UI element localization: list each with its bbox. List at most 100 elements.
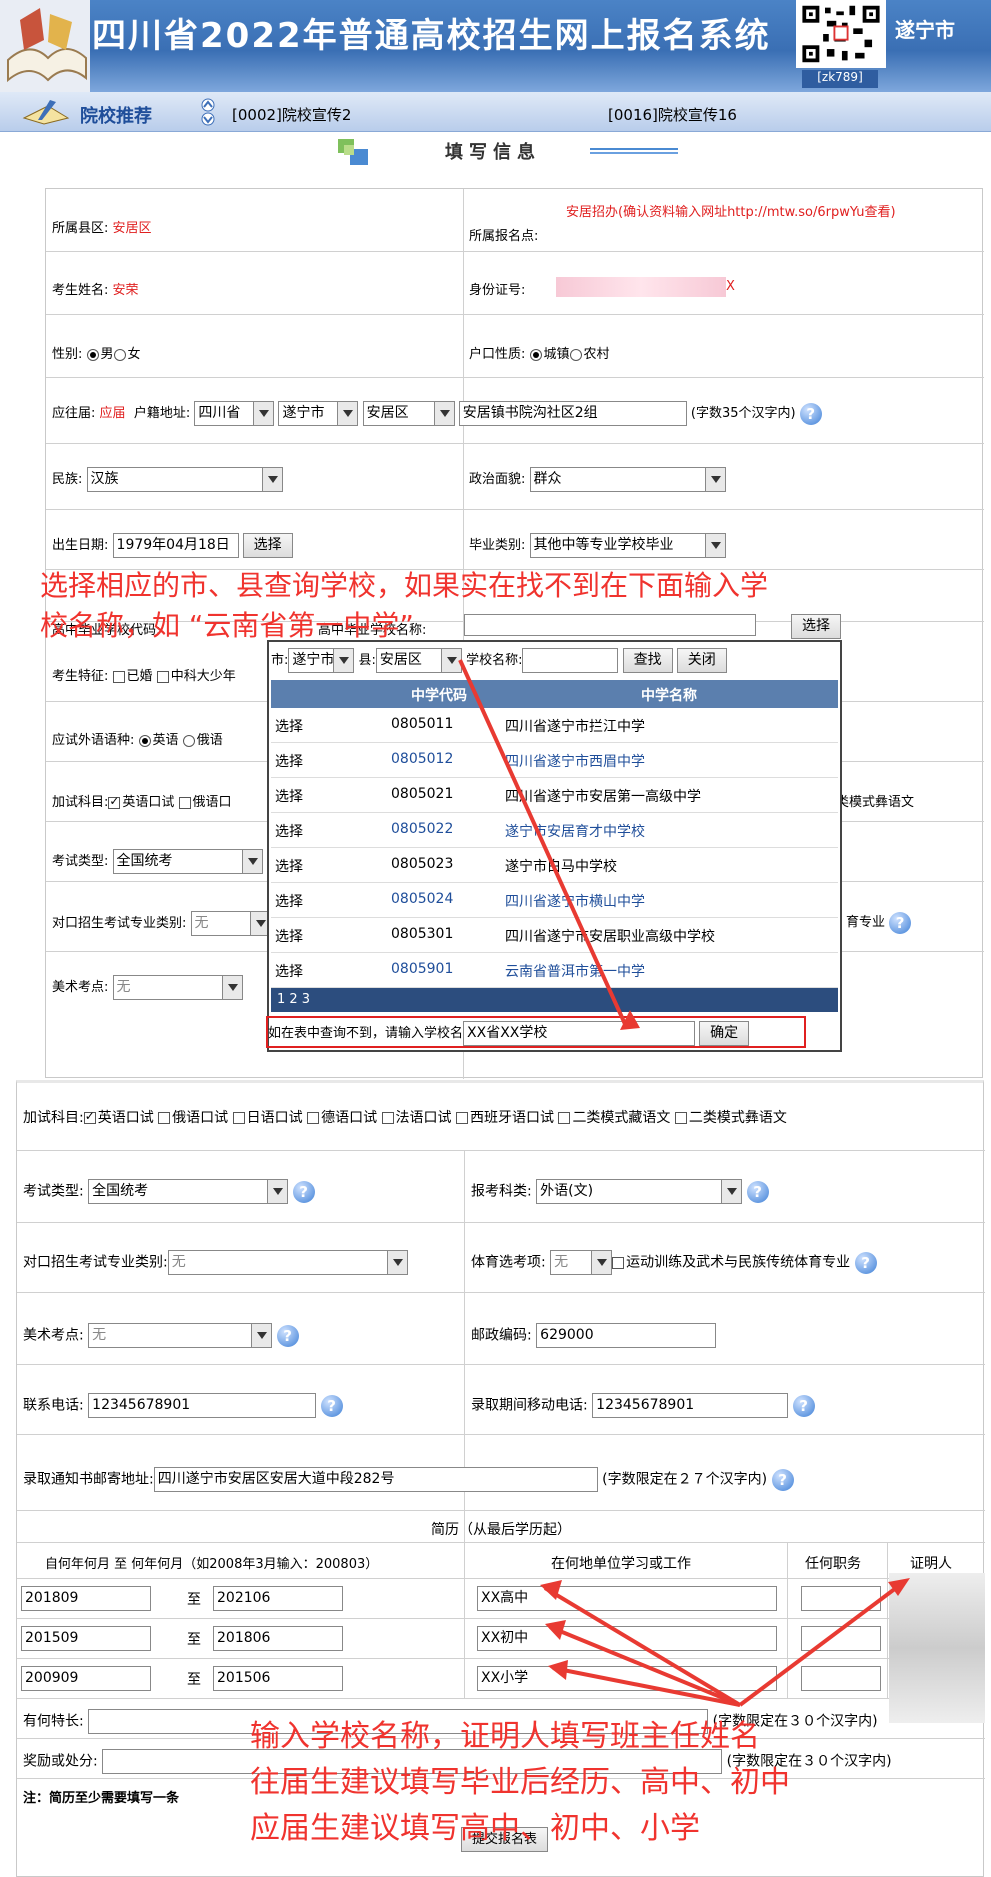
province-select[interactable]: 四川省 bbox=[194, 401, 275, 426]
cas-checkbox[interactable] bbox=[156, 670, 169, 683]
popup-city-select[interactable]: 遂宁市 bbox=[288, 648, 355, 673]
mobile-input[interactable]: 12345678901 bbox=[592, 1393, 789, 1418]
unit-input[interactable]: XX初中 bbox=[477, 1626, 777, 1651]
pe-checkbox-label: 运动训练及武术与民族传统体育专业 bbox=[626, 1254, 851, 1271]
select-link[interactable]: 选择 bbox=[275, 786, 303, 806]
mail-input[interactable]: 四川遂宁市安居区安居大道中段282号 bbox=[153, 1467, 598, 1492]
promo-link-1[interactable]: [0002]院校宣传2 bbox=[232, 104, 351, 125]
rural-radio[interactable] bbox=[569, 348, 582, 361]
help-icon[interactable]: ? bbox=[292, 1180, 315, 1203]
art-select[interactable]: 无 bbox=[112, 975, 243, 1000]
duikou-select[interactable]: 无 bbox=[190, 911, 271, 936]
examtype2-select[interactable]: 全国统考 bbox=[88, 1179, 289, 1204]
subject-label: 报考科类: bbox=[471, 1183, 532, 1200]
opt-checkbox[interactable] bbox=[455, 1112, 468, 1124]
help-icon[interactable]: ? bbox=[771, 1468, 794, 1491]
help-icon[interactable]: ? bbox=[276, 1324, 299, 1347]
district-select[interactable]: 安居区 bbox=[362, 401, 455, 426]
opt-checkbox[interactable] bbox=[558, 1112, 571, 1124]
zip-input[interactable]: 629000 bbox=[536, 1323, 717, 1348]
select-link[interactable]: 选择 bbox=[275, 751, 303, 771]
help-icon[interactable]: ? bbox=[746, 1180, 769, 1203]
unit-input[interactable]: XX高中 bbox=[477, 1586, 777, 1611]
confirm-button[interactable]: 确定 bbox=[699, 1021, 750, 1046]
nation-select[interactable]: 汉族 bbox=[86, 467, 283, 492]
birth-label: 出生日期: bbox=[52, 538, 109, 553]
school-name: 遂宁市安居育才中学校 bbox=[505, 824, 645, 840]
help-icon[interactable]: ? bbox=[854, 1251, 877, 1274]
id-label: 身份证号: bbox=[469, 283, 526, 298]
english-label: 英语 bbox=[152, 733, 179, 748]
gradtype-select[interactable]: 其他中等专业学校毕业 bbox=[529, 533, 726, 558]
address-input[interactable]: 安居镇书院沟社区2组 bbox=[458, 401, 687, 426]
help-icon[interactable]: ? bbox=[889, 911, 912, 934]
school-name: 遂宁市白马中学校 bbox=[505, 859, 617, 875]
opt-checkbox[interactable] bbox=[307, 1112, 320, 1124]
examtype-select[interactable]: 全国统考 bbox=[112, 849, 263, 874]
from-input[interactable]: 200909 bbox=[21, 1666, 151, 1691]
phone-input[interactable]: 12345678901 bbox=[88, 1393, 317, 1418]
resume-title: 简历（从最后学历起） bbox=[431, 1522, 571, 1538]
opt-checkbox[interactable] bbox=[158, 1112, 171, 1124]
unit-input[interactable]: XX小学 bbox=[477, 1666, 777, 1691]
find-button[interactable]: 查找 bbox=[622, 648, 673, 673]
married-checkbox[interactable] bbox=[112, 670, 125, 683]
school-name: 四川省遂宁市西眉中学 bbox=[505, 754, 645, 770]
from-input[interactable]: 201809 bbox=[21, 1586, 151, 1611]
manual-school-input[interactable]: XX省XX学校 bbox=[463, 1021, 696, 1046]
political-select[interactable]: 群众 bbox=[529, 467, 726, 492]
duikou2-select[interactable]: 无 bbox=[167, 1250, 408, 1275]
help-icon[interactable]: ? bbox=[792, 1394, 815, 1417]
to-input[interactable]: 202106 bbox=[213, 1586, 343, 1611]
art2-select[interactable]: 无 bbox=[88, 1323, 273, 1348]
popup-school-input[interactable] bbox=[522, 648, 619, 673]
pagination[interactable]: 1 2 3 bbox=[271, 988, 838, 1012]
post-input[interactable] bbox=[801, 1666, 881, 1691]
russian-radio[interactable] bbox=[182, 734, 195, 747]
select-link[interactable]: 选择 bbox=[275, 821, 303, 841]
hint-bottom-line1: 输入学校名称，证明人填写班主任姓名 bbox=[250, 1719, 760, 1754]
help-icon[interactable]: ? bbox=[799, 402, 822, 425]
pe-checkbox[interactable] bbox=[612, 1256, 625, 1269]
post-input[interactable] bbox=[801, 1586, 881, 1611]
select-link[interactable]: 选择 bbox=[275, 891, 303, 911]
opt-checkbox[interactable] bbox=[232, 1112, 245, 1124]
from-input[interactable]: 201509 bbox=[21, 1626, 151, 1651]
ru-oral-checkbox[interactable] bbox=[178, 796, 191, 809]
manual-input-row: 如在表中查询不到，请输入学校名 XX省XX学校 确定 bbox=[266, 1016, 806, 1048]
to-input[interactable]: 201506 bbox=[213, 1666, 343, 1691]
pe-select[interactable]: 无 bbox=[550, 1250, 613, 1275]
male-radio[interactable] bbox=[86, 348, 99, 361]
help-icon[interactable]: ? bbox=[320, 1394, 343, 1417]
urban-radio[interactable] bbox=[529, 348, 542, 361]
opt-label: 日语口试 bbox=[246, 1110, 303, 1126]
female-radio[interactable] bbox=[113, 348, 126, 361]
scroll-updown-icon[interactable] bbox=[198, 98, 218, 126]
opt-checkbox[interactable] bbox=[674, 1112, 687, 1124]
cas-label: 中科大少年 bbox=[170, 669, 236, 684]
select-link[interactable]: 选择 bbox=[275, 856, 303, 876]
school-code: 0805023 bbox=[391, 856, 454, 872]
select-link[interactable]: 选择 bbox=[275, 961, 303, 981]
addr-label: 户籍地址: bbox=[133, 406, 191, 421]
birth-input[interactable]: 1979年04月18日 bbox=[112, 533, 239, 558]
select-link[interactable]: 选择 bbox=[275, 716, 303, 736]
city-select[interactable]: 遂宁市 bbox=[278, 401, 359, 426]
header-banner: 四川省2022年普通高校招生网上报名系统 [zk789] 遂宁市 bbox=[0, 0, 991, 92]
close-button[interactable]: 关闭 bbox=[676, 648, 727, 673]
table-row: 选择 0805023 遂宁市白马中学校 bbox=[271, 848, 838, 883]
opt-checkbox[interactable] bbox=[381, 1112, 394, 1124]
promo-link-2[interactable]: [0016]院校宣传16 bbox=[608, 104, 737, 125]
opt-checkbox[interactable] bbox=[83, 1109, 96, 1124]
popup-county-select[interactable]: 安居区 bbox=[375, 648, 462, 673]
to-input[interactable]: 201806 bbox=[213, 1626, 343, 1651]
english-radio[interactable] bbox=[138, 734, 151, 747]
oral-checkbox[interactable] bbox=[108, 794, 121, 809]
birth-choose-button[interactable]: 选择 bbox=[242, 533, 293, 558]
subject-select[interactable]: 外语(文) bbox=[536, 1179, 743, 1204]
select-link[interactable]: 选择 bbox=[275, 926, 303, 946]
col-time: 自何年何月 至 何年何月（如2008年3月输入：200803） bbox=[45, 1557, 379, 1572]
school-code: 0805024 bbox=[391, 891, 454, 907]
opt-label: 俄语口试 bbox=[172, 1110, 229, 1126]
post-input[interactable] bbox=[801, 1626, 881, 1651]
